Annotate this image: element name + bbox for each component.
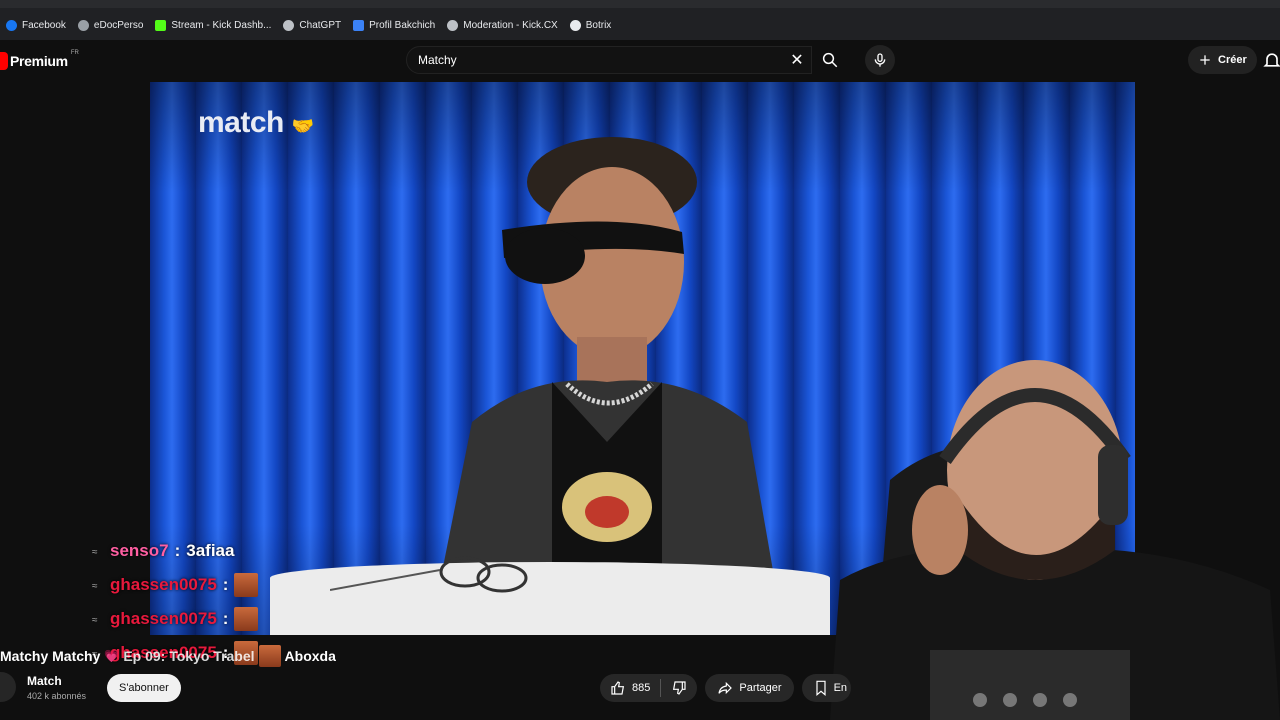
kick-icon [155, 19, 167, 31]
chat-message: ≈ ghassen0075: [92, 568, 332, 602]
bookmark-label: Facebook [22, 19, 66, 31]
chat-message: ≈ ghassen0075: [92, 602, 332, 636]
chat-username: senso7 [110, 541, 169, 560]
chat-badge-icon: ≈ [92, 581, 98, 592]
watermark-text: match [198, 106, 284, 139]
video-title: Matchy Matchy 💗 Ep 09: Tokyo Trabel Abox… [0, 645, 336, 667]
channel-name[interactable]: Match [27, 674, 86, 688]
bookmark-3[interactable]: ChatGPT [277, 12, 347, 38]
chat-text: 3afiaa [186, 541, 235, 560]
voice-search-button[interactable] [865, 45, 895, 75]
save-button[interactable]: En [801, 674, 852, 702]
search-button[interactable] [812, 46, 848, 74]
search-icon [822, 52, 838, 68]
title-episode: Ep 09: Tokyo Trabel [123, 648, 255, 664]
clear-search-icon[interactable]: ✕ [783, 46, 811, 74]
video-actions: 885 Partager En [600, 674, 852, 702]
match-watermark: match 🤝 [198, 106, 314, 140]
like-count: 885 [632, 682, 651, 694]
bookmark-list: Facebook eDocPerso Stream - Kick Dashb... C… [0, 12, 617, 38]
browser-tab-strip [0, 0, 1280, 8]
title-prefix: Matchy Matchy [0, 648, 101, 664]
chat-username: ghassen0075 [110, 609, 217, 628]
bookmark-label: Stream - Kick Dashb... [171, 19, 272, 31]
bookmark-4[interactable]: Profil Bakchich [347, 12, 441, 38]
blindfolded-guest [432, 137, 782, 622]
streamer-webcam-overlay [830, 360, 1280, 720]
bookmark-1[interactable]: eDocPerso [72, 12, 149, 38]
heart-emoji-icon: 💗 [104, 649, 120, 663]
chat-emote-icon [234, 607, 259, 631]
diamond-icon [569, 19, 581, 31]
channel-avatar[interactable] [0, 672, 16, 702]
search-input[interactable]: Matchy [418, 53, 783, 67]
subscribe-label: S'abonner [119, 682, 169, 694]
save-label: En [833, 682, 848, 694]
bookmark-6[interactable]: Botrix [564, 12, 618, 38]
bookmark-label: Moderation - Kick.CX [463, 19, 558, 31]
share-label: Partager [739, 682, 782, 694]
bookmark-label: Profil Bakchich [369, 19, 436, 31]
youtube-premium-logo[interactable]: Premium FR [0, 50, 79, 70]
facebook-icon [6, 19, 17, 31]
subscribe-button[interactable]: S'abonner [107, 674, 181, 702]
search-box[interactable]: Matchy ✕ [406, 46, 812, 74]
bookmarks-bar: Facebook eDocPerso Stream - Kick Dashb... C… [0, 0, 1280, 40]
bookmark-label: ChatGPT [299, 19, 342, 31]
microphone-icon [874, 53, 886, 67]
title-suffix: Aboxda [284, 648, 336, 664]
youtube-play-icon [0, 52, 8, 70]
chat-message: ≈ senso7:3afiaa [92, 534, 332, 568]
thumbs-down-icon [673, 681, 686, 695]
chat-emote-icon [234, 573, 259, 597]
like-dislike-group: 885 [600, 674, 698, 702]
globe-icon [77, 19, 89, 31]
bakchich-icon [353, 19, 365, 31]
chatgpt-icon [283, 19, 295, 31]
channel-info: Match 402 k abonnés [0, 672, 86, 702]
bookmark-icon [815, 680, 826, 696]
share-button[interactable]: Partager [705, 674, 794, 702]
create-label: Créer [1218, 54, 1247, 66]
bookmark-0[interactable]: Facebook [0, 12, 72, 38]
bookmark-label: Botrix [585, 19, 612, 31]
bookmark-5[interactable]: Moderation - Kick.CX [441, 12, 563, 38]
logo-region: FR [70, 50, 79, 56]
share-icon [718, 681, 733, 695]
chat-username: ghassen0075 [110, 575, 217, 594]
chat-badge-icon: ≈ [92, 547, 98, 558]
emote-icon [258, 645, 281, 667]
thumbs-up-icon [611, 681, 625, 695]
chat-separator: : [222, 575, 229, 594]
notifications-button[interactable] [1262, 50, 1280, 70]
bookmark-2[interactable]: Stream - Kick Dashb... [149, 12, 277, 38]
chat-separator: : [222, 609, 229, 628]
subscriber-count: 402 k abonnés [27, 690, 87, 701]
chat-separator: : [174, 541, 181, 560]
youtube-header: Premium FR Matchy ✕ Créer [0, 40, 1280, 82]
bookmark-label: eDocPerso [93, 19, 144, 31]
logo-text: Premium [10, 53, 68, 69]
create-button[interactable]: Créer [1188, 46, 1257, 74]
plus-icon [1200, 55, 1210, 65]
dislike-button[interactable] [661, 674, 697, 702]
glasses-on-table [330, 556, 528, 593]
handshake-icon: 🤝 [291, 116, 314, 136]
chat-badge-icon: ≈ [92, 615, 98, 626]
like-button[interactable]: 885 [600, 674, 660, 702]
gear-icon [447, 19, 459, 31]
bell-icon [1263, 53, 1280, 67]
